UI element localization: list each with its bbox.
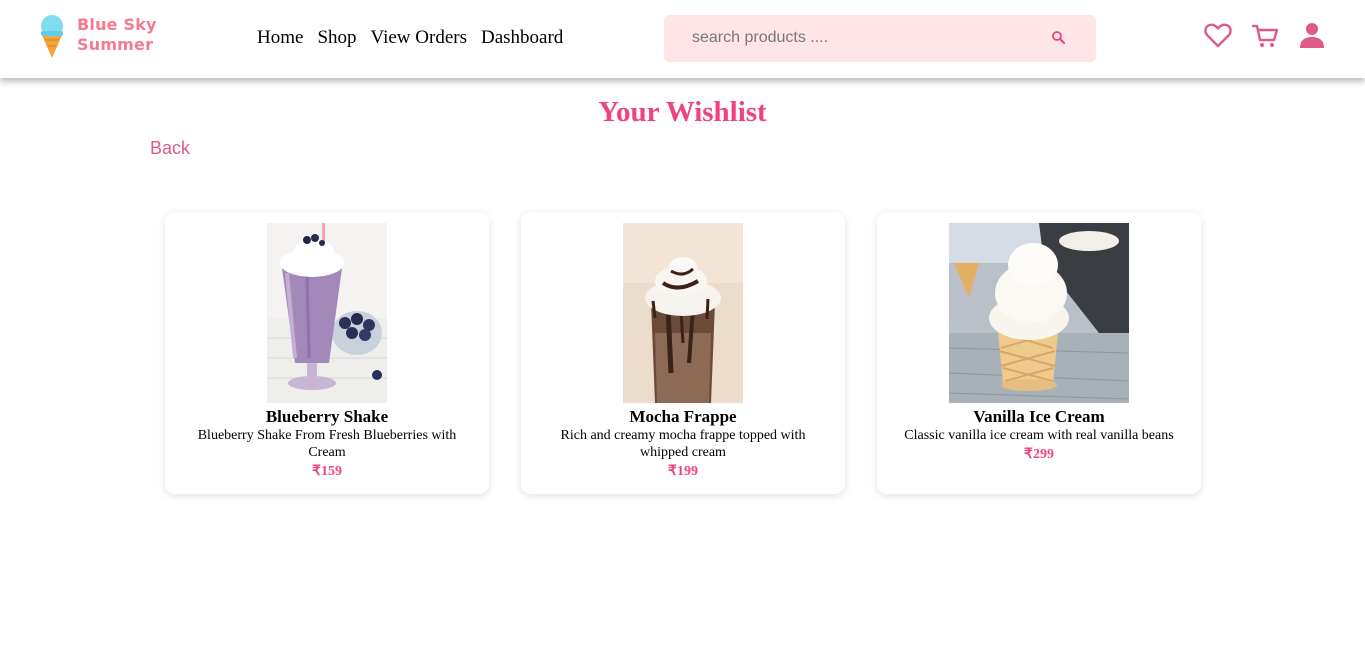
product-name: Vanilla Ice Cream	[973, 407, 1105, 426]
main-nav: Home Shop View Orders Dashboard	[257, 26, 577, 50]
wishlist-card[interactable]: Vanilla Ice Cream Classic vanilla ice cr…	[877, 212, 1201, 494]
back-link[interactable]: Back	[150, 137, 190, 159]
wishlist-button[interactable]	[1203, 20, 1233, 50]
brand-line-1: Blue Sky	[77, 15, 157, 34]
search-button[interactable]	[1050, 29, 1068, 47]
nav-dashboard[interactable]: Dashboard	[481, 26, 563, 50]
cart-button[interactable]	[1250, 20, 1280, 50]
product-name: Mocha Frappe	[629, 407, 737, 426]
product-image	[949, 223, 1129, 403]
cart-icon	[1251, 24, 1279, 47]
ice-cream-logo-icon	[41, 15, 63, 58]
heart-icon	[1204, 23, 1232, 48]
user-icon	[1300, 23, 1324, 48]
nav-view-orders[interactable]: View Orders	[371, 26, 467, 50]
brand-line-2: Summer	[77, 35, 154, 54]
product-image	[267, 223, 387, 403]
wishlist-card[interactable]: Mocha Frappe Rich and creamy mocha frapp…	[521, 212, 845, 494]
product-price: ₹299	[1024, 447, 1054, 462]
nav-home[interactable]: Home	[257, 26, 303, 50]
product-price: ₹159	[312, 464, 342, 479]
search-bar	[664, 15, 1096, 62]
wishlist-card[interactable]: Blueberry Shake Blueberry Shake From Fre…	[165, 212, 489, 494]
profile-button[interactable]	[1297, 20, 1327, 50]
product-description: Blueberry Shake From Fresh Blueberries w…	[197, 428, 457, 460]
product-price: ₹199	[668, 464, 698, 479]
product-description: Classic vanilla ice cream with real vani…	[904, 428, 1174, 443]
product-image	[623, 223, 743, 403]
search-icon	[1052, 31, 1065, 44]
brand-logo[interactable]: Blue Sky Summer	[38, 13, 168, 59]
search-input[interactable]	[692, 27, 1032, 49]
product-description: Rich and creamy mocha frappe topped with…	[560, 428, 806, 460]
product-name: Blueberry Shake	[265, 407, 389, 426]
nav-shop[interactable]: Shop	[317, 26, 356, 50]
brand-name: Blue Sky Summer	[77, 15, 167, 55]
navbar: Blue Sky Summer Home Shop View Orders Da…	[0, 0, 1365, 78]
page-title: Your Wishlist	[598, 96, 767, 128]
